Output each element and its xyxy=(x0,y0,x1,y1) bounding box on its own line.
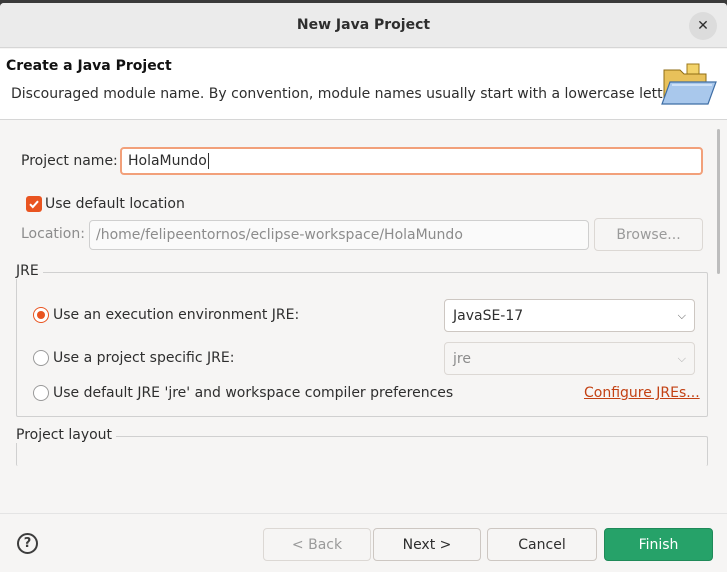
location-input[interactable]: /home/felipeentornos/eclipse-workspace/H… xyxy=(89,220,589,250)
text-caret xyxy=(207,153,209,169)
window-title: New Java Project xyxy=(296,17,431,33)
project-specific-jre-value: jre xyxy=(453,350,471,367)
chevron-down-icon: ⌵ xyxy=(677,351,686,365)
browse-button[interactable]: Browse... xyxy=(594,218,703,251)
execution-environment-select[interactable]: JavaSE-17 ⌵ xyxy=(444,299,695,332)
cancel-button-label: Cancel xyxy=(518,536,566,553)
folder-icon xyxy=(661,63,717,105)
browse-button-label: Browse... xyxy=(616,226,681,243)
execution-environment-label[interactable]: Use an execution environment JRE: xyxy=(53,307,299,323)
back-button[interactable]: < Back xyxy=(263,528,371,561)
execution-environment-value: JavaSE-17 xyxy=(453,307,524,324)
title-bar: New Java Project ✕ xyxy=(0,3,727,48)
back-button-label: < Back xyxy=(291,536,343,553)
next-button-label: Next > xyxy=(402,536,452,553)
use-default-location-label[interactable]: Use default location xyxy=(45,196,185,212)
radio-default-jre[interactable] xyxy=(33,385,49,401)
banner-heading: Create a Java Project xyxy=(6,58,172,74)
project-specific-jre-label[interactable]: Use a project specific JRE: xyxy=(53,350,234,366)
footer-divider xyxy=(0,513,727,514)
help-icon[interactable]: ? xyxy=(17,533,38,554)
checkmark-icon xyxy=(29,200,39,209)
wizard-banner: Create a Java Project Discouraged module… xyxy=(0,49,727,120)
project-specific-jre-select[interactable]: jre ⌵ xyxy=(444,342,695,375)
default-jre-label[interactable]: Use default JRE 'jre' and workspace comp… xyxy=(53,385,453,401)
close-icon: ✕ xyxy=(697,18,709,34)
chevron-down-icon: ⌵ xyxy=(677,308,686,322)
vertical-scrollbar[interactable] xyxy=(717,129,720,274)
finish-button[interactable]: Finish xyxy=(604,528,713,561)
next-button[interactable]: Next > xyxy=(373,528,481,561)
close-button[interactable]: ✕ xyxy=(689,12,717,40)
jre-group-title: JRE xyxy=(16,263,43,279)
use-default-location-checkbox[interactable] xyxy=(26,196,42,212)
new-java-project-dialog: New Java Project ✕ Create a Java Project… xyxy=(0,3,727,572)
location-label: Location: xyxy=(21,226,85,242)
project-name-input[interactable]: HolaMundo xyxy=(120,147,703,175)
project-layout-group xyxy=(16,436,708,466)
radio-execution-environment[interactable] xyxy=(33,307,49,323)
content-area: Project name: HolaMundo Use default loca… xyxy=(0,121,727,501)
configure-jres-link[interactable]: Configure JREs... xyxy=(584,385,700,401)
cancel-button[interactable]: Cancel xyxy=(487,528,597,561)
banner-message: Discouraged module name. By convention, … xyxy=(11,86,677,102)
project-name-value: HolaMundo xyxy=(128,153,207,169)
location-value: /home/felipeentornos/eclipse-workspace/H… xyxy=(96,227,463,243)
radio-project-specific-jre[interactable] xyxy=(33,350,49,366)
project-name-label: Project name: xyxy=(21,153,118,169)
finish-button-label: Finish xyxy=(638,536,679,553)
project-layout-group-title: Project layout xyxy=(16,427,117,443)
